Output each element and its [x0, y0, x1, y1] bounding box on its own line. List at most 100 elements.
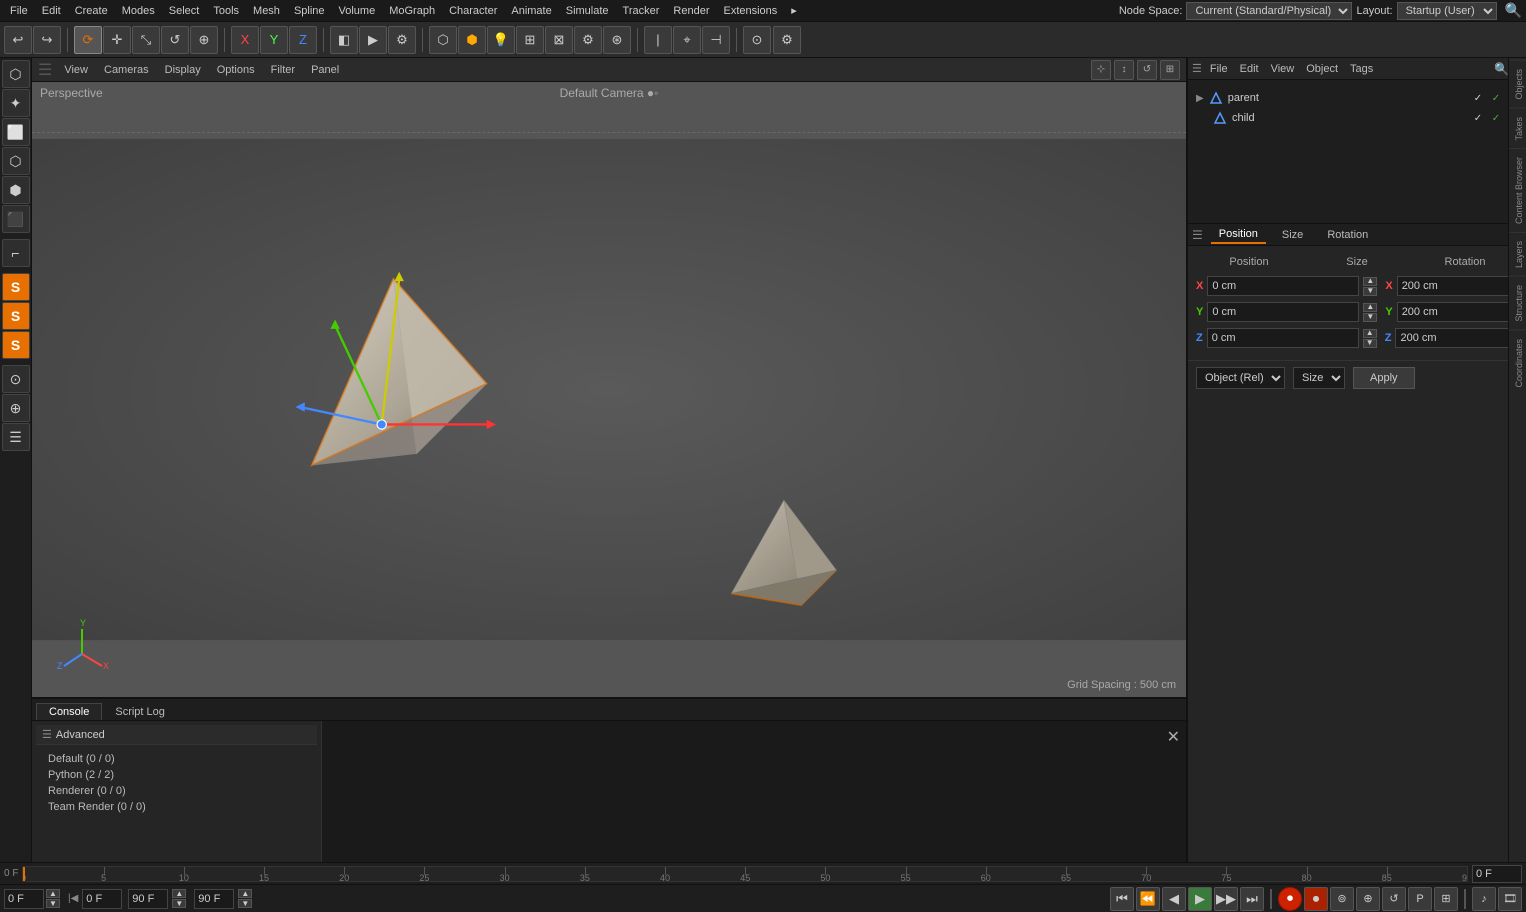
prop-z-pos-up[interactable]: ▲: [1363, 329, 1377, 338]
timeline-ruler[interactable]: 051015202530354045505560657075808590: [22, 866, 1468, 882]
hier-menu-edit[interactable]: Edit: [1236, 62, 1263, 76]
menu-render[interactable]: Render: [667, 3, 715, 19]
z-axis-btn[interactable]: Z: [289, 26, 317, 54]
magnet-btn[interactable]: ⌖: [673, 26, 701, 54]
step-back-btn[interactable]: ⏪: [1136, 887, 1160, 911]
menu-spline[interactable]: Spline: [288, 3, 331, 19]
vtab-structure[interactable]: Structure: [1509, 276, 1526, 330]
menu-simulate[interactable]: Simulate: [560, 3, 615, 19]
vtab-objects[interactable]: Objects: [1509, 60, 1526, 108]
y-axis-btn[interactable]: Y: [260, 26, 288, 54]
prop-x-size[interactable]: [1397, 276, 1526, 296]
record-btn[interactable]: ⏺: [1278, 887, 1302, 911]
array-btn[interactable]: ⊛: [603, 26, 631, 54]
object-row-parent[interactable]: ▶ parent ✓ ✓: [1192, 88, 1522, 108]
vp-menu-view[interactable]: View: [60, 62, 92, 78]
menu-select[interactable]: Select: [163, 3, 206, 19]
preview-start-input[interactable]: [82, 889, 122, 909]
parent-ctrl-check2[interactable]: ✓: [1488, 90, 1504, 106]
vp-menu-panel[interactable]: Panel: [307, 62, 343, 78]
transform-btn[interactable]: ⊕: [190, 26, 218, 54]
lighting-btn[interactable]: ⊙: [743, 26, 771, 54]
sidebar-mode2[interactable]: ✦: [2, 89, 30, 117]
viewport-3d[interactable]: Perspective Default Camera ●◦: [32, 82, 1186, 697]
play-fwd-btn[interactable]: ▶▶: [1214, 887, 1238, 911]
prop-x-pos[interactable]: [1207, 276, 1359, 296]
menu-modes[interactable]: Modes: [116, 3, 161, 19]
apply-button[interactable]: Apply: [1353, 367, 1415, 389]
hier-search-icon[interactable]: 🔍: [1494, 62, 1509, 76]
frame-end-down[interactable]: ▼: [238, 899, 252, 908]
skip-to-end-btn[interactable]: ⏭: [1240, 887, 1264, 911]
menu-edit[interactable]: Edit: [36, 3, 67, 19]
sidebar-s3[interactable]: S: [2, 331, 30, 359]
hier-menu-object[interactable]: Object: [1302, 62, 1342, 76]
play-btn[interactable]: ▶: [1188, 887, 1212, 911]
sidebar-mode3[interactable]: ⬜: [2, 118, 30, 146]
props-grip-icon[interactable]: ☰: [1192, 228, 1203, 242]
paint-btn[interactable]: ⬢: [458, 26, 486, 54]
node-space-dropdown[interactable]: Current (Standard/Physical): [1186, 2, 1352, 20]
tab-console[interactable]: Console: [36, 703, 102, 720]
menu-tracker[interactable]: Tracker: [617, 3, 666, 19]
layout-dropdown[interactable]: Startup (User): [1397, 2, 1497, 20]
vtab-layers[interactable]: Layers: [1509, 232, 1526, 276]
object-row-child[interactable]: child ✓ ✓: [1192, 108, 1522, 128]
vp-menu-filter[interactable]: Filter: [267, 62, 299, 78]
preview-end-up[interactable]: ▲: [172, 889, 186, 898]
menu-character[interactable]: Character: [443, 3, 503, 19]
rotate-tool-btn[interactable]: ⟳: [74, 26, 102, 54]
record-auto-btn[interactable]: ⏺: [1304, 887, 1328, 911]
skip-to-start-btn[interactable]: ⏮: [1110, 887, 1134, 911]
sidebar-tool1[interactable]: ⌐: [2, 239, 30, 267]
preview-end-down[interactable]: ▼: [172, 899, 186, 908]
viewport-grip-icon[interactable]: ☰: [38, 60, 52, 80]
console-tree-renderer[interactable]: Renderer (0 / 0): [36, 783, 317, 799]
film-btn[interactable]: 🎞: [1498, 887, 1522, 911]
prop-y-pos-up[interactable]: ▲: [1363, 303, 1377, 312]
redo-btn[interactable]: ↪: [33, 26, 61, 54]
console-output[interactable]: [322, 721, 1186, 862]
vp-menu-options[interactable]: Options: [213, 62, 259, 78]
tab-script-log[interactable]: Script Log: [102, 703, 178, 720]
render-btn[interactable]: ▶: [359, 26, 387, 54]
menu-mograph[interactable]: MoGraph: [383, 3, 441, 19]
menu-extensions[interactable]: Extensions: [717, 3, 783, 19]
hier-menu-tags[interactable]: Tags: [1346, 62, 1377, 76]
menu-file[interactable]: File: [4, 3, 34, 19]
sidebar-mode1[interactable]: ⬡: [2, 60, 30, 88]
light-btn[interactable]: 💡: [487, 26, 515, 54]
vp-icon-2[interactable]: ↕: [1114, 60, 1134, 80]
prop-y-pos-down[interactable]: ▼: [1363, 313, 1377, 322]
preview-end-input[interactable]: [128, 889, 168, 909]
deform-btn[interactable]: ⚙: [574, 26, 602, 54]
prop-x-pos-down[interactable]: ▼: [1363, 287, 1377, 296]
child-ctrl-check1[interactable]: ✓: [1470, 110, 1486, 126]
prop-z-pos-down[interactable]: ▼: [1363, 339, 1377, 348]
menu-animate[interactable]: Animate: [505, 3, 557, 19]
texture-btn[interactable]: ⊞: [516, 26, 544, 54]
frame-end-up[interactable]: ▲: [238, 889, 252, 898]
anim-loop-btn[interactable]: ↺: [1382, 887, 1406, 911]
current-frame-down[interactable]: ▼: [46, 899, 60, 908]
console-grip-icon[interactable]: ☰: [42, 728, 52, 741]
settings-btn[interactable]: ⚙: [773, 26, 801, 54]
sidebar-mode5[interactable]: ⬢: [2, 176, 30, 204]
sidebar-menu[interactable]: ☰: [2, 423, 30, 451]
props-tab-position[interactable]: Position: [1211, 226, 1266, 244]
anim-hold-btn[interactable]: P: [1408, 887, 1432, 911]
search-icon[interactable]: 🔍: [1505, 2, 1522, 19]
child-ctrl-check2[interactable]: ✓: [1488, 110, 1504, 126]
prop-y-size[interactable]: [1397, 302, 1526, 322]
snap-btn[interactable]: |: [644, 26, 672, 54]
prop-y-pos[interactable]: [1207, 302, 1359, 322]
play-back-btn[interactable]: ◀: [1162, 887, 1186, 911]
vtab-coordinates[interactable]: Coordinates: [1509, 330, 1526, 396]
console-tree-python[interactable]: Python (2 / 2): [36, 767, 317, 783]
hier-grip-icon[interactable]: ☰: [1192, 62, 1202, 75]
menu-volume[interactable]: Volume: [333, 3, 382, 19]
timeline-frame-input[interactable]: [1472, 865, 1522, 883]
sidebar-mode6[interactable]: ⬛: [2, 205, 30, 233]
sidebar-s1[interactable]: S: [2, 273, 30, 301]
vtab-content-browser[interactable]: Content Browser: [1509, 148, 1526, 232]
